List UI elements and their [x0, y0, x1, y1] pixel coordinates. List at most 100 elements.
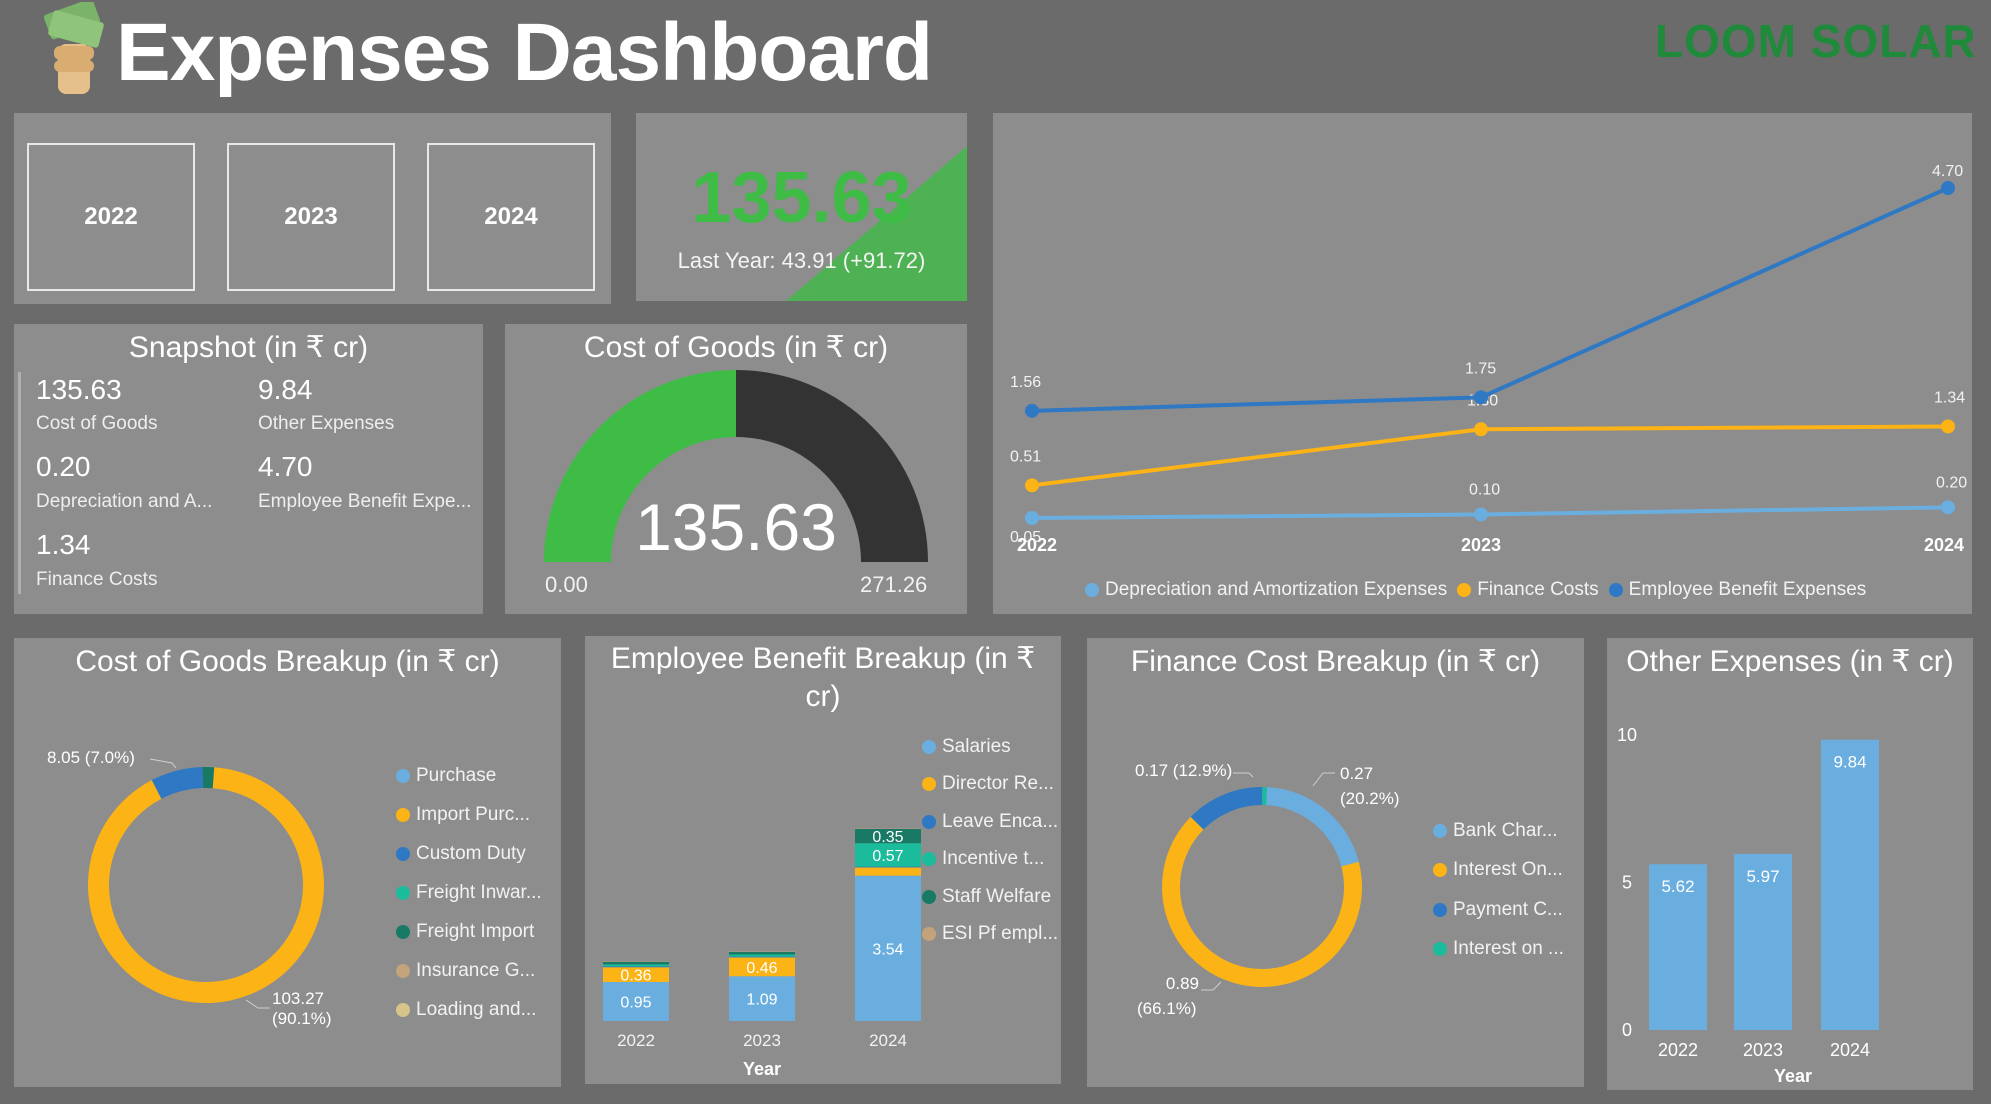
snapshot-title: Snapshot (in ₹ cr)	[128, 331, 369, 364]
legend-label: Director Re...	[942, 773, 1054, 795]
legend-item-esi-pf-empl[interactable]: ESI Pf empl...	[922, 916, 1058, 954]
fin-slice-label-bank: 0.27 (20.2%)	[1340, 761, 1400, 811]
point-depreciation-and-amortization-expenses-2023	[1474, 507, 1488, 522]
kpi-value: 135.63	[691, 158, 912, 238]
snapshot-divider	[18, 372, 21, 594]
snapshot-panel: Snapshot (in ₹ cr) 135.63 Cost of Goods …	[14, 324, 483, 614]
legend-dot	[1433, 902, 1447, 917]
cog-slice-freight-import	[202, 767, 215, 789]
trend-legend: Depreciation and Amortization Expenses Fi…	[1085, 578, 1866, 602]
bar-label-salaries-2022: 0.95	[620, 995, 651, 1012]
legend-item-insurance-g[interactable]: Insurance G...	[396, 951, 542, 990]
legend-item-staff-welfare[interactable]: Staff Welfare	[922, 878, 1058, 916]
legend-dot	[1457, 583, 1472, 597]
gauge-chart	[544, 370, 928, 562]
legend-label: Purchase	[416, 764, 497, 786]
legend-item-loading-and[interactable]: Loading and...	[396, 990, 542, 1029]
legend-dot	[396, 885, 410, 900]
bar-label-other-2022: 5.62	[1661, 877, 1694, 896]
cog-large-slice-label: 103.27 (90.1%)	[272, 989, 332, 1029]
fin-label-b-leader	[1312, 772, 1335, 787]
fin-legend: Bank Char... Interest On... Payment C... In…	[1433, 811, 1564, 969]
legend-label: Payment C...	[1453, 898, 1563, 920]
legend-item-interest-on[interactable]: Interest On...	[1433, 851, 1564, 891]
fin-slice-label-payment: 0.17 (12.9%)	[1135, 761, 1233, 780]
point-employee-benefit-expenses-2024	[1941, 181, 1955, 195]
y-tick-5: 5	[1622, 873, 1632, 893]
gauge-panel: Cost of Goods (in ₹ cr) 135.63 0.00 271.…	[505, 324, 967, 614]
fin-label-c-leader	[1201, 981, 1222, 991]
legend-label: Finance Costs	[1477, 579, 1599, 600]
bar-leave-enca-2024	[855, 866, 921, 868]
legend-dot	[922, 814, 936, 829]
kpi-card: 135.63 Last Year: 43.91 (+91.72)	[636, 113, 967, 301]
legend-label: Staff Welfare	[942, 885, 1052, 907]
cog-slice-import-purc	[88, 767, 324, 1003]
legend-label: Loading and...	[416, 998, 537, 1020]
legend-dot	[396, 768, 410, 783]
point-employee-benefit-expenses-2022	[1025, 403, 1039, 418]
x-tick-2024: 2024	[1924, 535, 1964, 555]
legend-item-employee-benefit-expenses[interactable]: Employee Benefit Expenses	[1608, 578, 1866, 602]
bar-incentive-t-2023	[729, 954, 795, 957]
point-depreciation-and-amortization-expenses-2022	[1025, 511, 1039, 525]
legend-item-import-purc[interactable]: Import Purc...	[396, 795, 542, 834]
legend-label: Salaries	[942, 735, 1011, 757]
bar-label-director-re-2022: 0.36	[620, 968, 651, 985]
snapshot-cog-label: Cost of Goods	[36, 413, 158, 434]
kpi-subtitle: Last Year: 43.91 (+91.72)	[677, 248, 926, 273]
legend-item-bank-char[interactable]: Bank Char...	[1433, 811, 1564, 851]
year-button-2023[interactable]: 2023	[227, 143, 395, 291]
legend-item-incentive-t[interactable]: Incentive t...	[922, 841, 1058, 879]
money-fist-icon	[43, 2, 104, 94]
legend-item-finance-costs[interactable]: Finance Costs	[1457, 578, 1599, 602]
legend-item-purchase[interactable]: Purchase	[396, 756, 542, 795]
line-depreciation-and-amortization-expenses	[1031, 505, 1949, 520]
fin-bank-value: 0.27	[1340, 764, 1374, 783]
trend-line-chart: 2022202320240.050.100.200.511.301.341.56…	[1010, 163, 1967, 555]
data-label-finance-costs-2024: 1.34	[1934, 389, 1965, 406]
line-employee-benefit-expenses	[1031, 186, 1949, 413]
fin-bank-pct: (20.2%)	[1340, 789, 1400, 808]
emp-breakup-panel: Employee Benefit Breakup (in ₹ cr) 0.95 0…	[585, 636, 1061, 1084]
emp-legend: Salaries Director Re... Leave Enca... Incen…	[922, 728, 1058, 953]
x-axis-title: Year	[1774, 1066, 1812, 1086]
legend-item-freight-import[interactable]: Freight Import	[396, 912, 542, 951]
legend-label: Incentive t...	[942, 848, 1045, 870]
legend-item-leave-enca[interactable]: Leave Enca...	[922, 803, 1058, 841]
other-exp-bar-chart: 0 5 10 5.62 2022 5.97 2023 9.84 2024 Year	[1617, 725, 1879, 1086]
legend-item-interest-on[interactable]: Interest on ...	[1433, 930, 1564, 970]
gauge-max-label: 271.26	[860, 572, 928, 597]
year-filter-panel: 2022 2023 2024	[14, 113, 611, 304]
page-title: Expenses Dashboard	[116, 7, 933, 98]
legend-item-payment-c[interactable]: Payment C...	[1433, 890, 1564, 930]
x-tick-2023: 2023	[743, 1031, 781, 1050]
legend-item-freight-inwar[interactable]: Freight Inwar...	[396, 873, 542, 912]
cog-legend: Purchase Import Purc... Custom Duty Freight…	[396, 756, 542, 1029]
legend-label: ESI Pf empl...	[942, 923, 1059, 945]
bar-staff-welfare-2023	[729, 952, 795, 955]
legend-label: Interest on ...	[1453, 938, 1564, 960]
gauge-min-label: 0.00	[545, 572, 588, 597]
year-button-2024[interactable]: 2024	[427, 143, 595, 291]
snapshot-other-value: 9.84	[258, 374, 313, 405]
bar-other-2024	[1821, 739, 1879, 1030]
x-tick-2023: 2023	[1461, 535, 1501, 555]
legend-dot	[922, 889, 936, 904]
legend-item-custom-duty[interactable]: Custom Duty	[396, 834, 542, 873]
legend-dot	[1085, 583, 1099, 597]
legend-dot	[396, 1002, 410, 1017]
legend-item-depreciation-and-amortization-expenses[interactable]: Depreciation and Amortization Expenses	[1085, 578, 1447, 602]
year-button-2022[interactable]: 2022	[27, 143, 195, 291]
legend-item-salaries[interactable]: Salaries	[922, 728, 1058, 766]
legend-label: Freight Import	[416, 920, 535, 942]
data-label-finance-costs-2022: 0.51	[1010, 448, 1041, 465]
fin-slice-label-interest: 0.89 (66.1%)	[1137, 971, 1199, 1021]
legend-label: Custom Duty	[416, 842, 526, 864]
legend-item-director-re[interactable]: Director Re...	[922, 766, 1058, 804]
bar-label-salaries-2024: 3.54	[872, 941, 903, 958]
legend-label: Import Purc...	[416, 803, 531, 825]
legend-dot	[396, 963, 410, 978]
bar-label-other-2024: 9.84	[1833, 753, 1866, 772]
legend-dot	[922, 777, 936, 792]
